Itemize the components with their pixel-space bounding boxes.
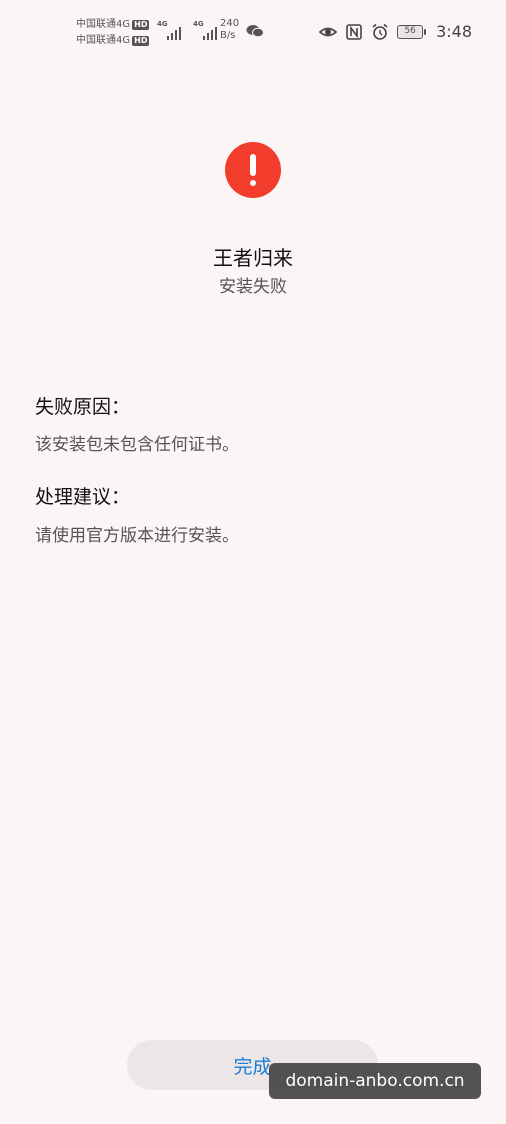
alarm-icon: [372, 23, 388, 40]
signal-strength-icon: 4G: [193, 20, 219, 40]
advice-text: 请使用官方版本进行安装。: [35, 526, 239, 546]
clock: 3:48: [436, 22, 472, 41]
network-speed: 240 B/s: [220, 18, 240, 41]
watermark: domain-anbo.com.cn: [269, 1063, 481, 1099]
error-alert-icon: [225, 142, 281, 198]
eye-comfort-icon: [319, 27, 338, 36]
status-bar: 中国联通4G HD 中国联通4G HD 4G 4G 240 B/s 56 3:4…: [0, 0, 506, 60]
failure-reason-text: 该安装包未包含任何证书。: [35, 435, 239, 455]
advice-title: 处理建议：: [35, 486, 131, 508]
nfc-icon: [346, 23, 362, 40]
failure-reason-title: 失败原因：: [35, 396, 131, 418]
app-name: 王者归来: [213, 246, 293, 270]
hd-badge: HD: [132, 36, 150, 46]
carrier-info: 中国联通4G HD 中国联通4G HD: [76, 17, 150, 49]
carrier-2: 中国联通4G: [76, 35, 131, 46]
signal-strength-icon: 4G: [157, 20, 183, 40]
carrier-1: 中国联通4G: [76, 19, 131, 30]
wechat-icon: [246, 25, 264, 38]
hd-badge: HD: [132, 20, 150, 30]
battery-icon: 56: [397, 24, 427, 39]
install-status: 安装失败: [219, 277, 287, 297]
